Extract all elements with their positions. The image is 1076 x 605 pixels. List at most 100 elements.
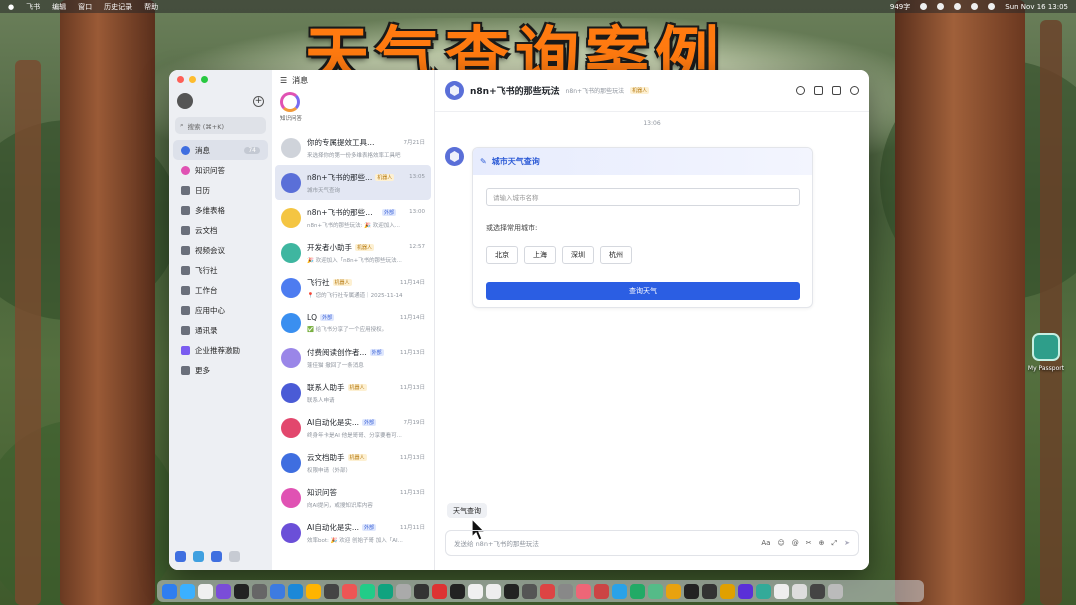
chat-list-item[interactable]: AI自动化是实... 外部 7月19日 终身年卡是AI 他是哥哥、分享要看可... [275, 410, 431, 445]
dock-app-icon[interactable] [774, 583, 789, 599]
dock-app-icon[interactable] [342, 583, 357, 599]
menu-item-help[interactable]: 帮助 [144, 2, 158, 12]
conversation-title[interactable]: n8n+飞书的那些玩法 [470, 84, 560, 97]
dock-app-icon[interactable] [486, 583, 501, 599]
dock-app-icon[interactable] [576, 583, 591, 599]
dock-app-icon[interactable] [216, 583, 231, 599]
zoom-window-button[interactable] [201, 76, 208, 83]
expand-icon[interactable]: ⤢ [832, 539, 838, 548]
city-button-shenzhen[interactable]: 深圳 [562, 246, 594, 264]
bot-avatar[interactable] [445, 147, 464, 166]
add-icon[interactable]: + [253, 95, 264, 107]
notifications-icon[interactable] [193, 551, 204, 562]
chat-list-item[interactable]: 开发者小助手 机器人 12:57 🎉 欢迎加入「n8n+飞书的那些玩法... [275, 235, 431, 270]
dock-app-icon[interactable] [432, 583, 447, 599]
dock-app-icon[interactable] [540, 583, 555, 599]
mention-icon[interactable]: @ [792, 539, 799, 547]
dock-app-icon[interactable] [720, 583, 735, 599]
send-icon[interactable]: ➤ [844, 539, 850, 547]
city-button-hangzhou[interactable]: 杭州 [600, 246, 632, 264]
dock-app-icon[interactable] [360, 583, 375, 599]
settings-gear-icon[interactable] [850, 86, 859, 95]
dock-app-icon[interactable] [270, 583, 285, 599]
sidebar-item-contacts[interactable]: 通讯录 [173, 320, 268, 340]
add-attachment-icon[interactable]: ⊕ [819, 539, 825, 547]
city-input[interactable]: 请输入城市名称 [486, 188, 800, 206]
chat-list-item[interactable]: 付费阅读创作者... 外部 11月13日 蓬佳猫 撤回了一条消息 [275, 340, 431, 375]
dock-app-icon[interactable] [792, 583, 807, 599]
sidebar-item-base[interactable]: 多维表格 [173, 200, 268, 220]
screenshot-icon[interactable]: ✂ [806, 539, 812, 547]
menu-item-edit[interactable]: 编辑 [52, 2, 66, 12]
chat-list-item[interactable]: n8n+飞书的那些玩法 外部 13:00 n8n+飞书的那些玩法: 🎉 欢迎加入... [275, 200, 431, 235]
dock-app-icon[interactable] [162, 583, 177, 599]
add-shortcut-icon[interactable] [229, 551, 240, 562]
menu-item-history[interactable]: 历史记录 [104, 2, 132, 12]
dock-app-icon[interactable] [180, 583, 195, 599]
menubar-clock[interactable]: Sun Nov 16 13:05 [1005, 3, 1068, 11]
menu-item-app[interactable]: 飞书 [26, 2, 40, 12]
dock-app-icon[interactable] [504, 583, 519, 599]
control-center-icon[interactable] [988, 3, 996, 10]
apple-icon[interactable]: ● [8, 3, 14, 11]
dock-app-icon[interactable] [468, 583, 483, 599]
task-icon[interactable] [832, 86, 841, 95]
group-avatar[interactable] [445, 81, 464, 100]
dock-app-icon[interactable] [558, 583, 573, 599]
dock-app-icon[interactable] [666, 583, 681, 599]
dock-app-icon[interactable] [450, 583, 465, 599]
knowledge-qa-shortcut[interactable]: 知识问答 [272, 90, 434, 130]
menu-item-window[interactable]: 窗口 [78, 2, 92, 12]
quick-command-chip[interactable]: 天气查询 [447, 503, 487, 518]
dock-app-icon[interactable] [198, 583, 213, 599]
dock-app-icon[interactable] [234, 583, 249, 599]
emoji-icon[interactable]: ☺ [777, 539, 784, 547]
filter-icon[interactable]: ☰ [280, 76, 287, 85]
search-input[interactable]: ⌕ 搜索 (⌘+K) [175, 117, 266, 134]
volume-icon[interactable] [954, 3, 962, 10]
desktop-drive-icon[interactable]: My Passport [1020, 333, 1072, 372]
dock-app-icon[interactable] [594, 583, 609, 599]
dock-app-icon[interactable] [684, 583, 699, 599]
search-icon[interactable] [796, 86, 805, 95]
sidebar-item-calendar[interactable]: 日历 [173, 180, 268, 200]
wechat-icon[interactable] [937, 3, 945, 10]
sidebar-item-app-center[interactable]: 应用中心 [173, 300, 268, 320]
chat-list-item[interactable]: n8n+飞书的那些... 机器人 13:05 城市天气查询 [275, 165, 431, 200]
chat-list-item[interactable]: LQ 外部 11月14日 ✅ 给飞书分享了一个应用授权。 [275, 305, 431, 340]
sidebar-item-docs[interactable]: 云文档 [173, 220, 268, 240]
dock-app-icon[interactable] [630, 583, 645, 599]
dock-app-icon[interactable] [252, 583, 267, 599]
sidebar-item-messages[interactable]: 消息 74 [173, 140, 268, 160]
dock-app-icon[interactable] [306, 583, 321, 599]
dock-app-icon[interactable] [828, 583, 843, 599]
sidebar-item-meetings[interactable]: 视频会议 [173, 240, 268, 260]
video-call-icon[interactable] [814, 86, 823, 95]
dock-app-icon[interactable] [414, 583, 429, 599]
chat-list-item[interactable]: 你的专属提效工具推荐 7月21日 来选择你的第一份多维表格效率工具吧 [275, 130, 431, 165]
sidebar-item-knowledge-qa[interactable]: 知识问答 [173, 160, 268, 180]
sidebar-item-referral[interactable]: 企业推荐激励 [173, 340, 268, 360]
chat-list-item[interactable]: 飞行社 机器人 11月14日 📍 您的飞行社专属通道｜2025-11-14 [275, 270, 431, 305]
dock-app-icon[interactable] [324, 583, 339, 599]
city-button-beijing[interactable]: 北京 [486, 246, 518, 264]
dock-app-icon[interactable] [378, 583, 393, 599]
format-text-icon[interactable]: Aa [761, 539, 770, 547]
sidebar-item-flight-club[interactable]: 飞行社 [173, 260, 268, 280]
wifi-icon[interactable] [971, 3, 979, 10]
messages-shortcut-icon[interactable] [175, 551, 186, 562]
sidebar-item-workplace[interactable]: 工作台 [173, 280, 268, 300]
close-window-button[interactable] [177, 76, 184, 83]
dock-app-icon[interactable] [522, 583, 537, 599]
dock-app-icon[interactable] [396, 583, 411, 599]
minimize-window-button[interactable] [189, 76, 196, 83]
dock-app-icon[interactable] [756, 583, 771, 599]
dock-app-icon[interactable] [738, 583, 753, 599]
dock-app-icon[interactable] [288, 583, 303, 599]
chat-list-item[interactable]: 知识问答 11月13日 向AI提问，或搜知识库内容 [275, 480, 431, 515]
status-icon[interactable] [920, 3, 928, 10]
chat-list-item[interactable]: 云文档助手 机器人 11月13日 权限申请（外部） [275, 445, 431, 480]
chat-list-item[interactable]: 联系人助手 机器人 11月13日 联系人申请 [275, 375, 431, 410]
message-composer[interactable]: 发送给 n8n+飞书的那些玩法 Aa ☺ @ ✂ ⊕ ⤢ ➤ [445, 530, 859, 556]
dock-app-icon[interactable] [648, 583, 663, 599]
